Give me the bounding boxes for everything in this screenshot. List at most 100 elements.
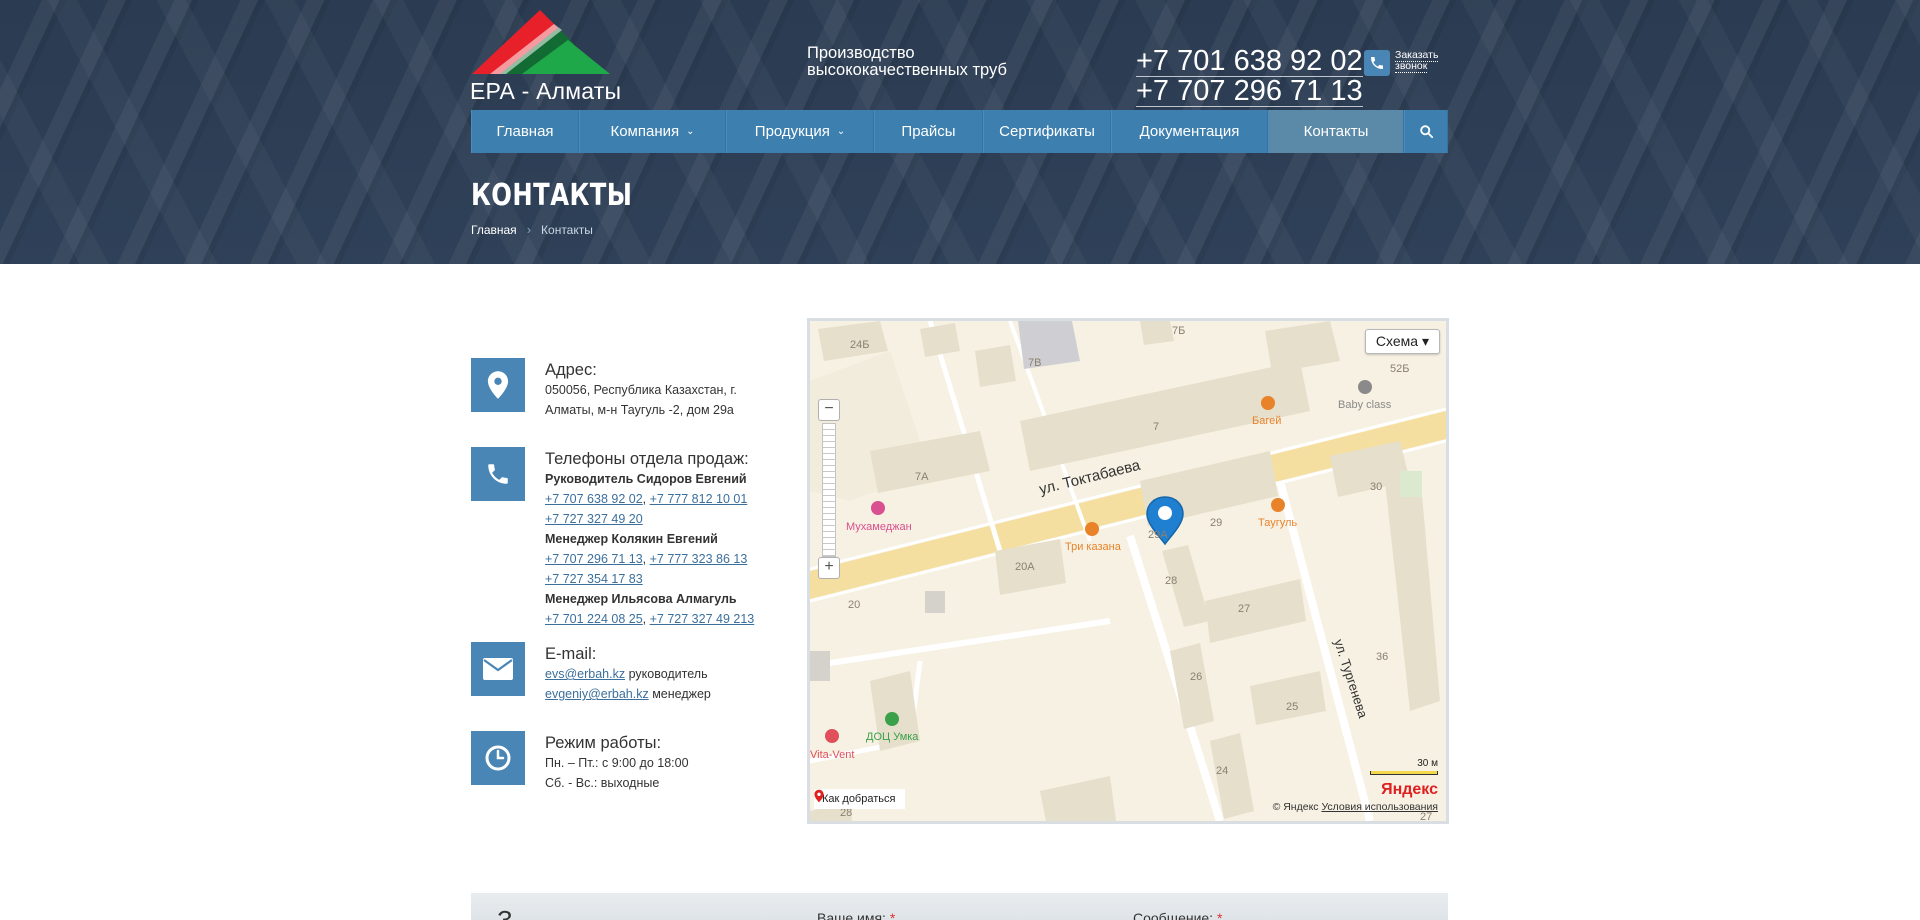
building-label: 28 — [1165, 575, 1178, 587]
phone-link[interactable]: +7 777 323 86 13 — [650, 552, 748, 566]
email-title: E-mail: — [545, 645, 597, 663]
map-copyright-text: © Яндекс — [1272, 801, 1319, 813]
phone-link[interactable]: +7 727 327 49 20 — [545, 512, 643, 526]
yandex-logo-text: Яндекс — [1381, 781, 1438, 798]
header-phone-1[interactable]: +7 701 638 92 02 — [1136, 47, 1363, 77]
phone-link[interactable]: +7 727 354 17 83 — [545, 572, 643, 586]
poi-label[interactable]: Мухамеджан — [846, 521, 912, 533]
logo-mark-icon — [472, 10, 610, 74]
map-terms-link[interactable]: Условия использования — [1321, 801, 1438, 813]
required-mark: * — [889, 910, 896, 920]
phone-numbers-row: +7 707 638 92 02, +7 777 812 10 01 — [545, 492, 748, 506]
slogan-line-2: высококачественных труб — [807, 61, 1007, 79]
building-label: 24Б — [850, 339, 870, 351]
header-phone-2[interactable]: +7 707 296 71 13 — [1136, 77, 1363, 107]
map-canvas — [810, 321, 1446, 821]
poi-label[interactable]: ДОЦ Умка — [866, 731, 918, 743]
logo[interactable]: ЕРА - Алматы — [470, 8, 622, 104]
nav-label: Документация — [1139, 123, 1240, 140]
nav-item-prices[interactable]: Прайсы — [874, 110, 983, 153]
building-label: 7 — [1153, 421, 1160, 433]
building-label: 26 — [1190, 671, 1203, 683]
breadcrumb-home-link[interactable]: Главная — [471, 223, 517, 237]
email-link[interactable]: evgeniy@erbah.kz — [545, 687, 649, 701]
poi-label[interactable]: Таугуль — [1258, 517, 1297, 529]
yandex-map[interactable]: ул. Токтабаева ул. Тургенева 24Б 7Б 7В 5… — [807, 318, 1449, 824]
poi-label[interactable]: Vita-Vent — [810, 749, 854, 761]
header-phones: +7 701 638 92 02 +7 707 296 71 13 — [1136, 47, 1363, 107]
feedback-form-section: З Ваше имя: * Сообщение: * — [471, 893, 1448, 920]
message-field-label-text: Сообщение: — [1133, 910, 1214, 920]
phone-group-name-text: Менеджер Колякин Евгений — [545, 532, 718, 546]
route-button[interactable]: Как добраться — [814, 789, 906, 809]
nav-label: Сертификаты — [999, 123, 1095, 140]
map-type-dropdown[interactable]: Схема ▾ — [1364, 329, 1440, 354]
nav-item-documentation[interactable]: Документация — [1111, 110, 1268, 153]
phone-group-name: Менеджер Колякин Евгений — [545, 529, 785, 549]
breadcrumb-separator-icon: › — [526, 222, 532, 237]
phone-link[interactable]: +7 777 812 10 01 — [650, 492, 748, 506]
email-role: руководитель — [628, 667, 708, 681]
nav-search-button[interactable] — [1404, 110, 1448, 153]
building-label: 29 — [1210, 517, 1223, 529]
phone-numbers-row: +7 701 224 08 25, +7 727 327 49 213 — [545, 612, 755, 626]
phone-group-name-text: Менеджер Ильясова Алмагуль — [545, 592, 737, 606]
callback-button[interactable]: Заказать звонок — [1364, 49, 1445, 76]
chevron-down-icon: ⌄ — [686, 126, 695, 137]
nav-label: Компания — [610, 123, 680, 140]
contact-phones: Телефоны отдела продаж: Руководитель Сид… — [471, 447, 791, 627]
phone-numbers-row: +7 707 296 71 13, +7 777 323 86 13 — [545, 552, 748, 566]
nav-item-company[interactable]: Компания ⌄ — [579, 110, 726, 153]
name-field-label: Ваше имя: * — [817, 910, 895, 920]
route-button-label: Как добраться — [822, 793, 896, 805]
hours-weekdays: Пн. – Пт.: с 9:00 до 18:00 — [545, 756, 689, 770]
nav-item-certificates[interactable]: Сертификаты — [983, 110, 1111, 153]
page-header: ЕРА - Алматы Производство высококачестве… — [0, 0, 1920, 264]
map-scale-bar — [1370, 771, 1438, 775]
email-row: evs@erbah.kz руководитель — [545, 664, 785, 684]
nav-item-products[interactable]: Продукция ⌄ — [726, 110, 874, 153]
phone-group-name-text: Руководитель Сидоров Евгений — [545, 472, 747, 486]
zoom-slider[interactable] — [822, 423, 836, 557]
search-icon — [1419, 125, 1433, 139]
building-label: 36 — [1376, 651, 1389, 663]
phone-icon — [1364, 50, 1390, 76]
message-field-label: Сообщение: * — [1133, 910, 1222, 920]
map-scale-label: 30 м — [1417, 758, 1438, 769]
email-link[interactable]: evs@erbah.kz — [545, 667, 625, 681]
chevron-down-icon: ⌄ — [836, 126, 846, 137]
zoom-out-button[interactable]: − — [818, 399, 840, 421]
phone-link[interactable]: +7 701 224 08 25 — [545, 612, 643, 626]
map-scale: 30 м — [1370, 758, 1438, 775]
nav-item-home[interactable]: Главная — [471, 110, 579, 153]
building-label: 7А — [915, 471, 929, 483]
building-label: 7Б — [1172, 325, 1186, 337]
nav-label: Главная — [496, 123, 554, 140]
logo-text: ЕРА - Алматы — [470, 78, 622, 104]
poi-label[interactable]: Три казана — [1065, 541, 1121, 553]
email-role: менеджер — [652, 687, 711, 701]
phone-numbers-row: +7 727 327 49 20 — [545, 509, 785, 529]
contact-address: Адрес: 050056, Республика Казахстан, г. … — [471, 358, 791, 418]
poi-label[interactable]: Багей — [1252, 415, 1281, 427]
phone-group-name: Руководитель Сидоров Евгений — [545, 469, 785, 489]
envelope-icon — [471, 642, 525, 696]
building-label: 27 — [1238, 603, 1251, 615]
phone-link[interactable]: +7 707 638 92 02 — [545, 492, 643, 506]
slogan-line-1: Производство — [807, 44, 915, 62]
page-title: КОНТАКТЫ — [471, 178, 633, 213]
poi-label[interactable]: Baby class — [1338, 399, 1391, 411]
phone-link[interactable]: +7 707 296 71 13 — [545, 552, 643, 566]
phone-icon — [471, 447, 525, 501]
contact-hours: Режим работы: Пн. – Пт.: с 9:00 до 18:00… — [471, 731, 791, 791]
nav-item-contacts[interactable]: Контакты — [1268, 110, 1404, 153]
nav-label: Прайсы — [901, 123, 956, 140]
building-label: 52Б — [1390, 363, 1410, 375]
breadcrumb-current: Контакты — [541, 222, 593, 237]
building-label: 20А — [1015, 561, 1035, 573]
building-label: 29А — [1148, 529, 1168, 541]
zoom-in-button[interactable]: + — [818, 557, 840, 579]
address-line-2: Алматы, м-н Таугуль -2, дом 29а — [545, 403, 734, 417]
phone-link[interactable]: +7 727 327 49 213 — [650, 612, 755, 626]
yandex-logo[interactable]: Яндекс — [1381, 781, 1438, 799]
